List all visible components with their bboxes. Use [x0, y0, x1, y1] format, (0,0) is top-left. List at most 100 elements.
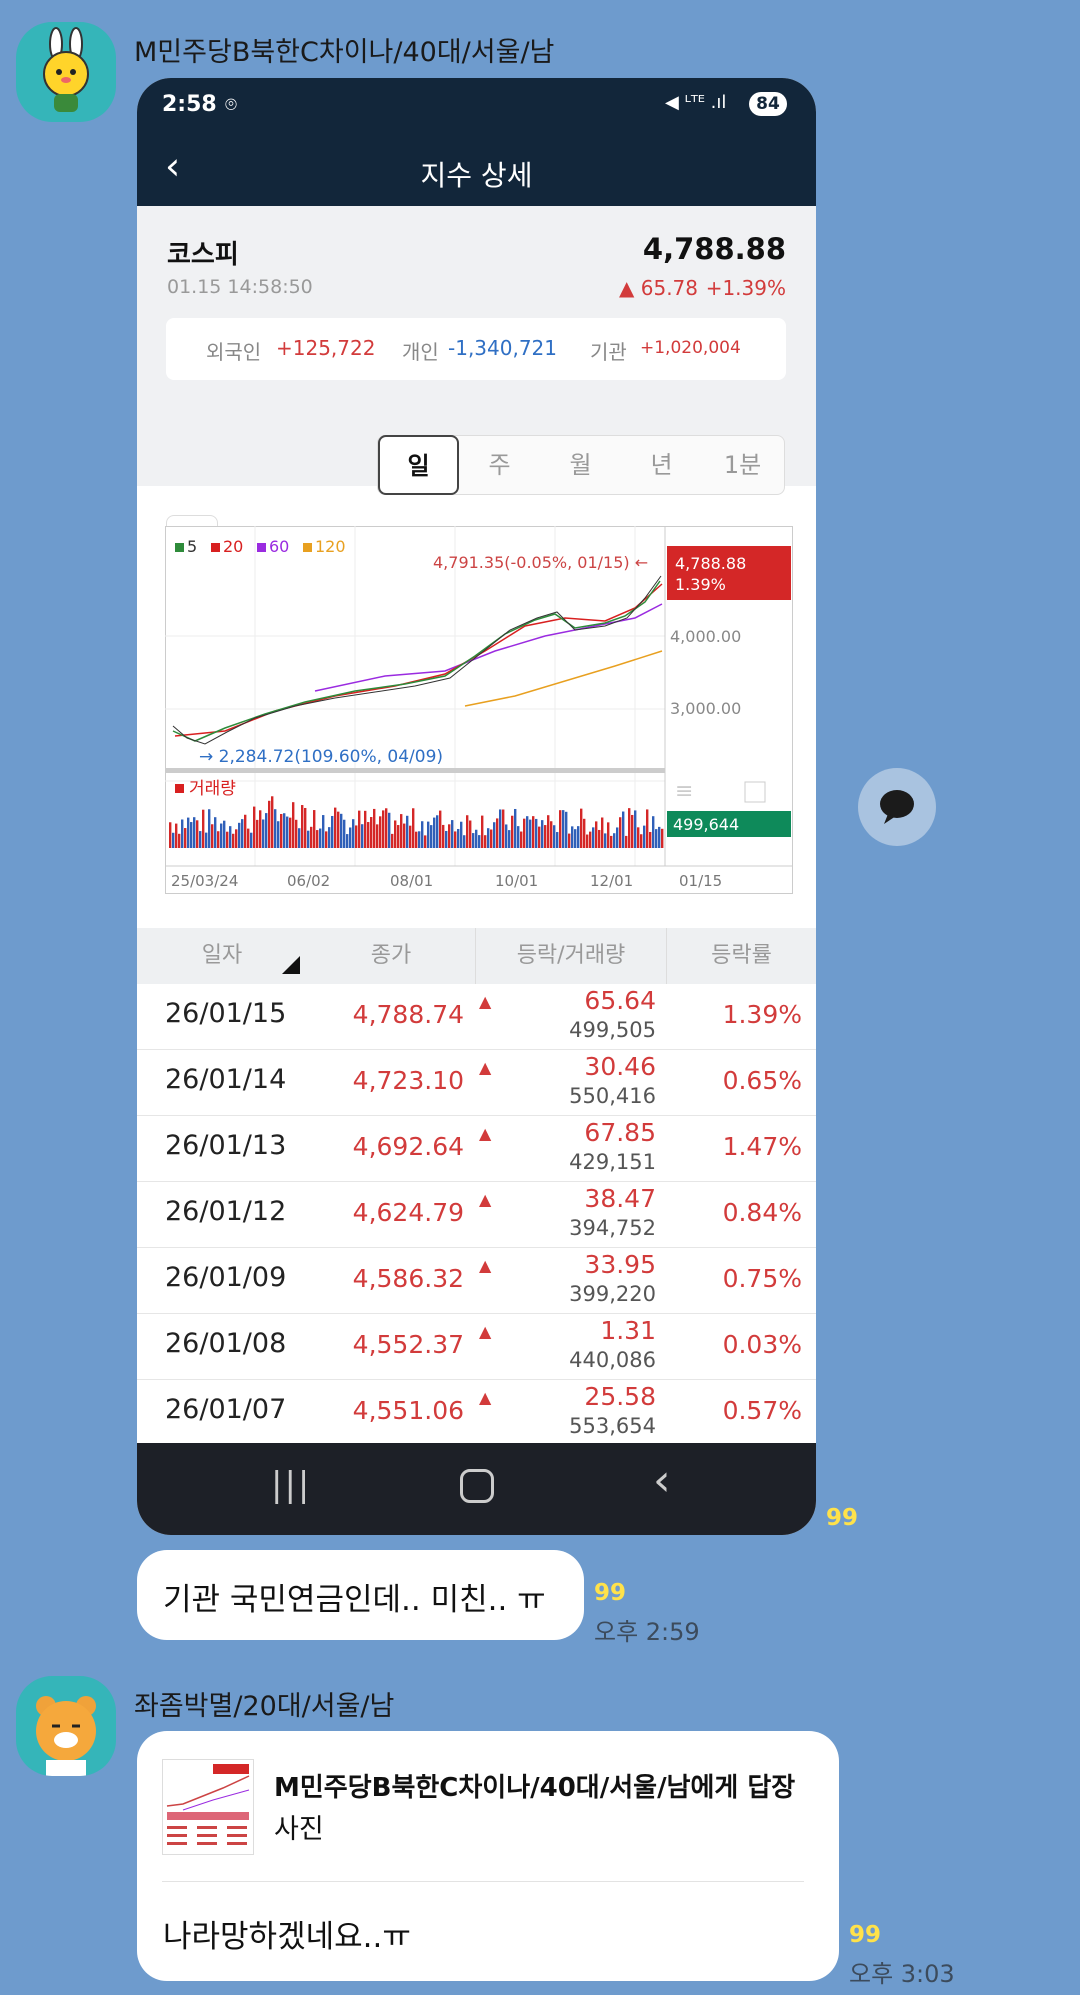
menu-icon[interactable]: ≡ — [675, 779, 693, 804]
volume-bar — [595, 821, 598, 848]
change-percent: +1.39% — [705, 276, 786, 300]
tab-minute[interactable]: 1분 — [702, 436, 783, 494]
investor-label: 외국인 — [206, 340, 262, 364]
col-rate: 등락률 — [711, 943, 772, 968]
up-arrow-icon: ▲ — [479, 1256, 492, 1275]
volume-bar — [298, 828, 301, 848]
row-date: 26/01/15 — [165, 998, 287, 1029]
table-row[interactable]: 26/01/08 4,552.37 1.31 440,086 0.03% ▲ — [137, 1314, 816, 1380]
volume-bar — [541, 820, 544, 848]
table-row[interactable]: 26/01/13 4,692.64 67.85 429,151 1.47% ▲ — [137, 1116, 816, 1182]
volume-bar — [448, 824, 451, 848]
volume-bar — [571, 826, 574, 848]
table-row[interactable]: 26/01/14 4,723.10 30.46 550,416 0.65% ▲ — [137, 1050, 816, 1116]
row-rate: 0.57% — [722, 1396, 802, 1425]
chat-bubble-icon[interactable] — [858, 768, 936, 846]
row-change: 33.95 — [584, 1250, 656, 1279]
volume-bar — [274, 809, 277, 848]
volume-bar — [235, 829, 238, 848]
tab-month[interactable]: 월 — [540, 436, 621, 494]
table-row[interactable]: 26/01/07 4,551.06 25.58 553,654 0.57% ▲ — [137, 1380, 816, 1446]
volume-bar — [637, 827, 640, 848]
volume-bar — [376, 824, 379, 848]
screen-capture-icon: ⌾ — [225, 92, 237, 116]
tab-week[interactable]: 주 — [459, 436, 540, 494]
volume-bar — [586, 834, 589, 848]
recents-icon[interactable]: ||| — [271, 1465, 311, 1505]
volume-bar — [403, 823, 406, 848]
volume-bar — [457, 828, 460, 848]
price-tag-value: 4,788.88 — [675, 554, 746, 573]
home-icon[interactable] — [460, 1469, 494, 1503]
volume-bar — [385, 808, 388, 848]
row-rate: 1.47% — [722, 1132, 802, 1161]
row-date: 26/01/12 — [165, 1196, 287, 1227]
row-close: 4,692.64 — [352, 1132, 464, 1161]
volume-bar — [295, 819, 298, 848]
volume-bar — [232, 833, 235, 848]
volume-bar — [478, 835, 481, 848]
shared-photo[interactable]: 2:58 ⌾ ◀︎ ᴸᵀᴱ .ıl 84 ‹ 지수 상세 코스피 4,788.8… — [137, 78, 816, 1535]
tab-day[interactable]: 일 — [378, 435, 459, 495]
row-change: 1.31 — [600, 1316, 656, 1345]
reply-thumbnail[interactable] — [162, 1759, 254, 1855]
volume-bar — [493, 822, 496, 848]
volume-bar — [172, 832, 175, 848]
volume-bar — [415, 831, 418, 848]
volume-bar — [190, 822, 193, 848]
row-date: 26/01/14 — [165, 1064, 287, 1095]
avatar[interactable] — [16, 1676, 116, 1776]
x-tick: 12/01 — [590, 872, 633, 890]
volume-bar — [394, 820, 397, 848]
volume-bar — [292, 802, 295, 848]
table-row[interactable]: 26/01/15 4,788.74 65.64 499,505 1.39% ▲ — [137, 984, 816, 1050]
volume-bar — [565, 811, 568, 848]
volume-bar — [280, 814, 283, 848]
volume-bar — [451, 820, 454, 848]
volume-bar — [463, 835, 466, 848]
volume-bar — [661, 828, 664, 848]
volume-bar — [217, 831, 220, 848]
reply-bubble[interactable]: M민주당B북한C차이나/40대/서울/남에게 답장 사진 나라망하겠네요..ㅠ — [137, 1731, 839, 1981]
volume-bar — [400, 814, 403, 848]
row-rate: 0.75% — [722, 1264, 802, 1293]
table-row[interactable]: 26/01/12 4,624.79 38.47 394,752 0.84% ▲ — [137, 1182, 816, 1248]
tab-year[interactable]: 년 — [621, 436, 702, 494]
volume-bar — [553, 825, 556, 848]
price-chart[interactable]: 5 20 60 120 4,791.35(-0.05%, 01/15) ← → … — [165, 526, 795, 894]
row-date: 26/01/07 — [165, 1394, 287, 1425]
volume-bar — [301, 805, 304, 848]
volume-bar — [619, 817, 622, 848]
volume-bar — [613, 833, 616, 848]
volume-bar — [490, 829, 493, 848]
volume-bar — [532, 816, 535, 848]
up-arrow-icon: ▲ — [479, 992, 492, 1011]
volume-bar — [496, 818, 499, 848]
volume-bar — [439, 810, 442, 848]
up-arrow-icon: ▲ — [479, 1058, 492, 1077]
row-volume: 394,752 — [569, 1216, 656, 1240]
investor-value: +125,722 — [276, 336, 376, 360]
row-rate: 0.65% — [722, 1066, 802, 1095]
volume-bar — [313, 810, 316, 848]
sender-name: 좌좀박멸/20대/서울/남 — [134, 1691, 395, 1722]
col-close: 종가 — [370, 943, 412, 968]
volume-bar — [181, 819, 184, 848]
message-bubble[interactable]: 기관 국민연금인데.. 미친.. ㅠ — [137, 1550, 584, 1640]
volume-bar — [340, 813, 343, 848]
volume-bar — [259, 810, 262, 848]
volume-bar — [658, 826, 661, 848]
unread-count: 99 — [849, 1922, 882, 1948]
table-row[interactable]: 26/01/09 4,586.32 33.95 399,220 0.75% ▲ — [137, 1248, 816, 1314]
volume-bar — [271, 796, 274, 848]
volume-bar — [262, 819, 265, 848]
volume-bar — [436, 815, 439, 848]
legend-60: 60 — [269, 537, 289, 556]
volume-bar — [412, 808, 415, 848]
back-nav-icon[interactable]: ‹ — [653, 1455, 671, 1506]
x-tick: 08/01 — [390, 872, 433, 890]
volume-bar — [178, 833, 181, 848]
legend-20: 20 — [223, 537, 243, 556]
avatar[interactable] — [16, 22, 116, 122]
volume-bar — [538, 826, 541, 848]
